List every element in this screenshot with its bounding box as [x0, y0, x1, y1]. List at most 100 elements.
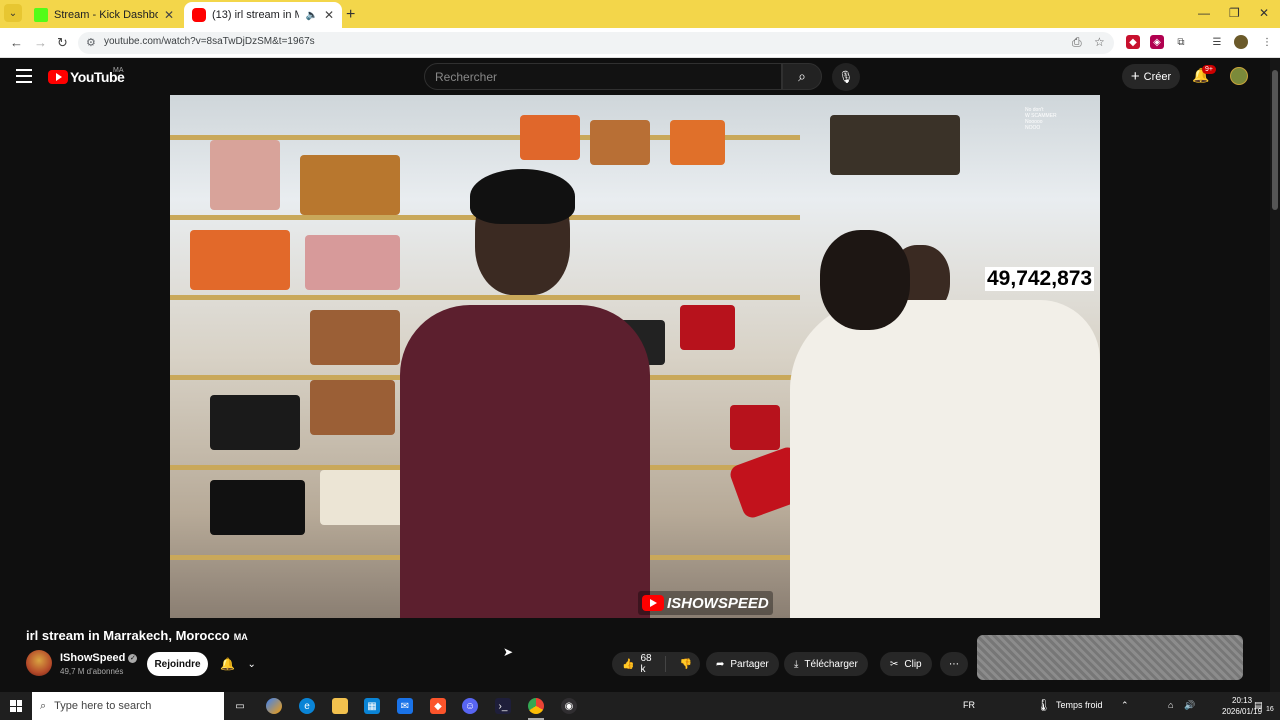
watermark-text: ISHOWSPEED	[667, 594, 769, 612]
browser-menu-icon[interactable]: ⋮	[1260, 35, 1274, 49]
more-actions-button[interactable]: ⋯	[940, 652, 968, 676]
taskbar-search-placeholder: Type here to search	[54, 700, 152, 712]
voice-search-button[interactable]: 🎙	[832, 63, 860, 91]
account-avatar[interactable]	[1230, 67, 1248, 85]
restore-button[interactable]: ❐	[1229, 6, 1240, 20]
extensions-puzzle-icon[interactable]: ⧉	[1174, 35, 1188, 49]
obs-icon[interactable]: ◉	[561, 698, 577, 714]
hidden-icons-chevron-icon[interactable]: ⌃	[1121, 700, 1129, 711]
edge-icon[interactable]: e	[299, 698, 315, 714]
channel-name-text[interactable]: IShowSpeed	[60, 652, 125, 664]
channel-avatar[interactable]	[26, 650, 52, 676]
search-icon: ⌕	[798, 68, 806, 84]
taskbar-search-box[interactable]: ⌕ Type here to search	[32, 692, 224, 720]
mail-icon[interactable]: ✉	[397, 698, 413, 714]
weather-text[interactable]: Temps froid	[1056, 700, 1103, 710]
new-tab-button[interactable]: +	[346, 6, 355, 24]
windows-start-icon[interactable]	[10, 700, 22, 712]
chrome-icon[interactable]	[528, 698, 544, 714]
handbag	[190, 230, 290, 290]
like-dislike-group: 👍 68 k 👎	[612, 652, 700, 676]
create-button[interactable]: + Créer	[1122, 64, 1180, 89]
menu-icon[interactable]	[16, 69, 32, 87]
notification-count-badge: 9+	[1202, 65, 1216, 74]
brave-icon[interactable]: ◆	[430, 698, 446, 714]
tab-kick-dashboard[interactable]: Stream - Kick Dashboard ✕	[26, 2, 182, 28]
close-tab-icon[interactable]: ✕	[164, 8, 174, 22]
reload-button[interactable]: ↻	[57, 35, 68, 51]
extension-icon[interactable]: ◆	[1126, 35, 1140, 49]
copilot-icon[interactable]	[266, 698, 282, 714]
close-tab-icon[interactable]: ✕	[324, 8, 334, 22]
handbag	[300, 155, 400, 215]
bell-icon: 🔔	[220, 657, 236, 671]
dislike-button[interactable]: 👎	[672, 659, 700, 670]
address-bar[interactable]: ⚙ youtube.com/watch?v=8saTwDjDzSM&t=1967…	[78, 32, 1114, 54]
reading-list-icon[interactable]: ☰	[1210, 35, 1224, 49]
recommended-video-thumbnail[interactable]	[977, 635, 1243, 680]
notification-center-count: 16	[1266, 706, 1274, 713]
subscriber-count: 49,7 M d'abonnés	[60, 667, 124, 676]
network-icon[interactable]: ⌂	[1168, 700, 1173, 710]
url-text[interactable]: youtube.com/watch?v=8saTwDjDzSM&t=1967s	[104, 36, 315, 47]
page-scrollbar[interactable]	[1270, 58, 1280, 692]
share-label: Partager	[730, 658, 769, 670]
tab-search-icon[interactable]: ⌄	[4, 4, 22, 22]
tab-label: (13) irl stream in Marrakech	[212, 9, 300, 21]
view-count-overlay: 49,742,873	[985, 267, 1095, 291]
download-button[interactable]: ⤓ Télécharger	[784, 652, 868, 676]
title-region: MA	[233, 632, 248, 642]
search-input[interactable]	[435, 70, 765, 84]
channel-watermark: ISHOWSPEED	[638, 591, 773, 615]
handbag	[305, 235, 400, 290]
site-info-icon[interactable]: ⚙	[86, 36, 96, 49]
microphone-icon: 🎙	[838, 70, 854, 84]
task-view-icon[interactable]: ▭	[232, 698, 248, 714]
profile-avatar[interactable]	[1234, 35, 1248, 49]
microsoft-store-icon[interactable]: ▦	[364, 698, 380, 714]
extension-shield-icon[interactable]: ◈	[1150, 35, 1164, 49]
forward-button[interactable]: →	[34, 35, 47, 50]
tab-youtube-stream[interactable]: (13) irl stream in Marrakech 🔈 ✕	[184, 2, 342, 28]
close-window-button[interactable]: ✕	[1259, 6, 1269, 20]
handbag	[670, 120, 725, 165]
create-label: Créer	[1143, 70, 1172, 83]
input-language[interactable]: FR	[963, 700, 975, 710]
youtube-play-icon	[48, 70, 68, 84]
video-title-text: irl stream in Marrakech, Morocco	[26, 628, 230, 643]
handbag	[320, 470, 405, 525]
clip-button[interactable]: ✂ Clip	[880, 652, 932, 676]
notification-center-icon[interactable]: ▤	[1254, 700, 1263, 711]
like-button[interactable]: 👍 68 k	[612, 653, 666, 675]
file-explorer-icon[interactable]	[332, 698, 348, 714]
video-player[interactable]: No don't W SCAMMER Nooooo NOOO 49,742,87…	[170, 95, 1100, 618]
discord-icon[interactable]: ☺	[462, 698, 478, 714]
share-button[interactable]: ➦ Partager	[706, 652, 779, 676]
search-box[interactable]	[424, 63, 782, 90]
volume-icon[interactable]: 🔊	[1184, 700, 1195, 711]
back-button[interactable]: ←	[10, 35, 23, 50]
terminal-icon[interactable]: ›_	[495, 698, 511, 714]
scrollbar-thumb[interactable]	[1272, 70, 1278, 210]
handbag	[520, 115, 580, 160]
channel-name[interactable]: IShowSpeed ✓	[60, 652, 138, 664]
speaker-icon[interactable]: 🔈	[305, 10, 317, 21]
chat-line: NOOO	[1025, 125, 1041, 131]
verified-icon: ✓	[128, 653, 138, 663]
subscribed-notification-button[interactable]: 🔔 ⌄	[214, 652, 262, 676]
weather-icon[interactable]: 🌡	[1036, 698, 1051, 712]
handbag	[680, 305, 735, 350]
browser-tab-bar: ⌄ Stream - Kick Dashboard ✕ (13) irl str…	[0, 0, 1280, 28]
tab-label: Stream - Kick Dashboard	[54, 9, 158, 21]
search-icon: ⌕	[40, 699, 47, 712]
bookmark-star-icon[interactable]: ☆	[1094, 35, 1105, 49]
video-title: irl stream in Marrakech, Morocco MA	[26, 628, 248, 643]
handbag	[830, 115, 960, 175]
minimize-button[interactable]: —	[1198, 6, 1210, 20]
search-button[interactable]: ⌕	[782, 63, 822, 90]
install-app-icon[interactable]: ⎙	[1072, 35, 1082, 50]
join-button[interactable]: Rejoindre	[147, 652, 208, 676]
clip-label: Clip	[904, 658, 922, 670]
thumbs-down-icon: 👎	[679, 658, 692, 670]
share-icon: ➦	[716, 658, 725, 670]
